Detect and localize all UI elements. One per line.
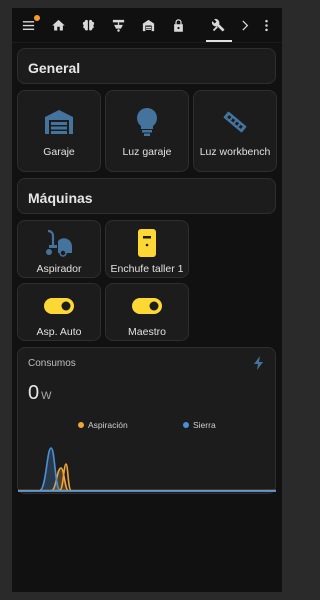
legend-label: Aspiración — [88, 420, 128, 430]
section-title: Máquinas — [28, 190, 93, 206]
legend-dot — [183, 422, 189, 428]
menu-icon[interactable] — [16, 13, 40, 37]
tab-tools-icon[interactable] — [206, 13, 230, 37]
tile-enchufe-taller-1[interactable]: Enchufe taller 1 — [105, 220, 189, 278]
tab-brain-icon[interactable] — [76, 13, 100, 37]
value-unit: W — [41, 390, 52, 402]
graph-title: Consumos — [28, 358, 76, 369]
legend-label: Sierra — [193, 420, 216, 430]
active-tab-indicator — [206, 40, 232, 42]
power-history-plot — [18, 447, 276, 492]
chevron-right-icon[interactable] — [232, 13, 256, 37]
legend-dot — [78, 422, 84, 428]
section-header-maquinas: Máquinas — [17, 178, 276, 214]
toggle-on-icon — [106, 292, 188, 320]
toggle-on-icon — [18, 292, 100, 320]
section-title: General — [28, 60, 81, 76]
tile-luz-garaje[interactable]: Luz garaje — [105, 90, 189, 172]
value-number: 0 — [28, 382, 40, 404]
lightbulb-icon — [106, 105, 188, 139]
app-frame: General Garaje Luz garaje Luz workbench … — [12, 8, 282, 592]
section-header-general: General — [17, 48, 276, 84]
lightning-bolt-icon — [254, 356, 263, 370]
consumos-graph-card[interactable]: Consumos 0W Aspiración Sierra — [17, 347, 276, 494]
tile-label: Luz workbench — [199, 146, 271, 158]
tab-ceiling-light-icon[interactable] — [106, 13, 130, 37]
graph-value: 0W — [28, 382, 52, 405]
tile-asp-auto[interactable]: Asp. Auto — [17, 283, 101, 341]
tile-aspirador[interactable]: Aspirador — [17, 220, 101, 278]
tile-label: Enchufe taller 1 — [110, 263, 184, 275]
vacuum-cleaner-icon — [18, 229, 100, 257]
legend-item-aspiracion[interactable]: Aspiración — [78, 420, 128, 430]
tab-home-icon[interactable] — [46, 13, 70, 37]
legend-item-sierra[interactable]: Sierra — [183, 420, 216, 430]
tile-label: Maestro — [128, 326, 166, 338]
led-strip-icon — [194, 105, 276, 139]
tile-label: Garaje — [43, 146, 75, 158]
tile-maestro[interactable]: Maestro — [105, 283, 189, 341]
more-options-icon[interactable] — [254, 13, 278, 37]
power-socket-icon — [106, 229, 188, 257]
tile-luz-workbench[interactable]: Luz workbench — [193, 90, 277, 172]
tab-lock-icon[interactable] — [166, 13, 190, 37]
tile-label: Luz garaje — [122, 146, 172, 158]
garage-door-icon — [18, 105, 100, 139]
tab-garage-icon[interactable] — [136, 13, 160, 37]
top-toolbar — [12, 8, 282, 43]
notification-dot — [34, 15, 40, 21]
tile-label: Aspirador — [36, 263, 82, 275]
tile-label: Asp. Auto — [36, 326, 82, 338]
tile-garaje[interactable]: Garaje — [17, 90, 101, 172]
